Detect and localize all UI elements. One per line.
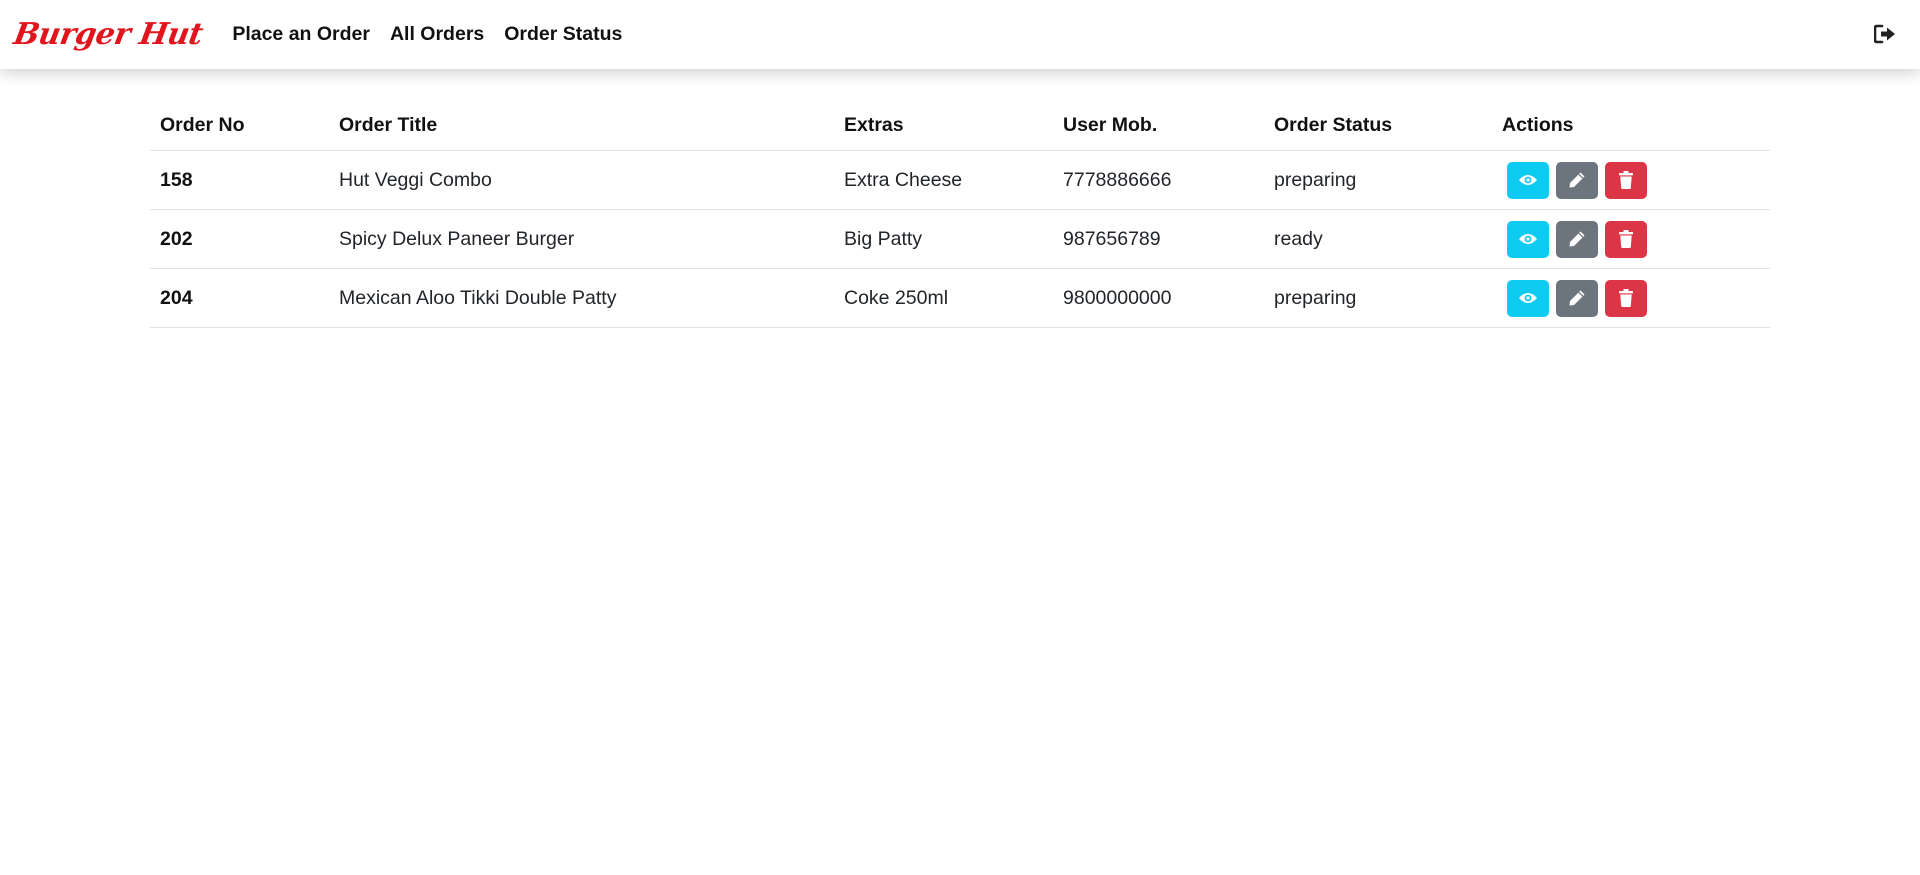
nav-all-orders[interactable]: All Orders bbox=[390, 23, 484, 46]
actions-cell bbox=[1492, 150, 1770, 210]
eye-icon bbox=[1519, 234, 1537, 244]
view-button[interactable] bbox=[1507, 220, 1549, 258]
table-row: 202 Spicy Delux Paneer Burger Big Patty … bbox=[150, 209, 1770, 269]
header-extras: Extras bbox=[834, 101, 1053, 151]
extras-cell: Big Patty bbox=[834, 209, 1053, 269]
orders-table-container: Order No Order Title Extras User Mob. Or… bbox=[150, 101, 1770, 328]
edit-button[interactable] bbox=[1556, 220, 1598, 258]
navbar: Burger Hut Place an Order All Orders Ord… bbox=[0, 0, 1920, 69]
extras-cell: Coke 250ml bbox=[834, 268, 1053, 328]
header-order-title: Order Title bbox=[329, 101, 834, 151]
view-button[interactable] bbox=[1507, 161, 1549, 199]
order-no-cell: 158 bbox=[150, 150, 329, 210]
nav-place-order[interactable]: Place an Order bbox=[232, 23, 370, 46]
table-row: 158 Hut Veggi Combo Extra Cheese 7778886… bbox=[150, 150, 1770, 210]
eye-icon bbox=[1519, 293, 1537, 303]
header-order-status: Order Status bbox=[1264, 101, 1492, 151]
nav-order-status[interactable]: Order Status bbox=[504, 23, 622, 46]
mobile-cell: 7778886666 bbox=[1053, 150, 1264, 210]
order-title-cell: Spicy Delux Paneer Burger bbox=[329, 209, 834, 269]
delete-button[interactable] bbox=[1605, 220, 1647, 258]
actions-cell bbox=[1492, 268, 1770, 328]
header-order-no: Order No bbox=[150, 101, 329, 151]
status-cell: preparing bbox=[1264, 268, 1492, 328]
pencil-icon bbox=[1569, 172, 1585, 188]
view-button[interactable] bbox=[1507, 279, 1549, 317]
orders-table: Order No Order Title Extras User Mob. Or… bbox=[150, 101, 1770, 328]
header-user-mobile: User Mob. bbox=[1053, 101, 1264, 151]
edit-button[interactable] bbox=[1556, 279, 1598, 317]
trash-icon bbox=[1619, 289, 1633, 307]
status-cell: ready bbox=[1264, 209, 1492, 269]
order-title-cell: Mexican Aloo Tikki Double Patty bbox=[329, 268, 834, 328]
mobile-cell: 9800000000 bbox=[1053, 268, 1264, 328]
order-title-cell: Hut Veggi Combo bbox=[329, 150, 834, 210]
order-no-cell: 202 bbox=[150, 209, 329, 269]
nav-links: Place an Order All Orders Order Status bbox=[232, 23, 642, 46]
brand-logo[interactable]: Burger Hut bbox=[11, 17, 205, 52]
eye-icon bbox=[1519, 175, 1537, 185]
actions-cell bbox=[1492, 209, 1770, 269]
order-no-cell: 204 bbox=[150, 268, 329, 328]
table-row: 204 Mexican Aloo Tikki Double Patty Coke… bbox=[150, 268, 1770, 328]
trash-icon bbox=[1619, 230, 1633, 248]
delete-button[interactable] bbox=[1605, 161, 1647, 199]
trash-icon bbox=[1619, 171, 1633, 189]
edit-button[interactable] bbox=[1556, 161, 1598, 199]
sign-out-icon[interactable] bbox=[1873, 24, 1896, 44]
delete-button[interactable] bbox=[1605, 279, 1647, 317]
table-header-row: Order No Order Title Extras User Mob. Or… bbox=[150, 101, 1770, 151]
status-cell: preparing bbox=[1264, 150, 1492, 210]
extras-cell: Extra Cheese bbox=[834, 150, 1053, 210]
mobile-cell: 987656789 bbox=[1053, 209, 1264, 269]
pencil-icon bbox=[1569, 290, 1585, 306]
pencil-icon bbox=[1569, 231, 1585, 247]
header-actions: Actions bbox=[1492, 101, 1770, 151]
